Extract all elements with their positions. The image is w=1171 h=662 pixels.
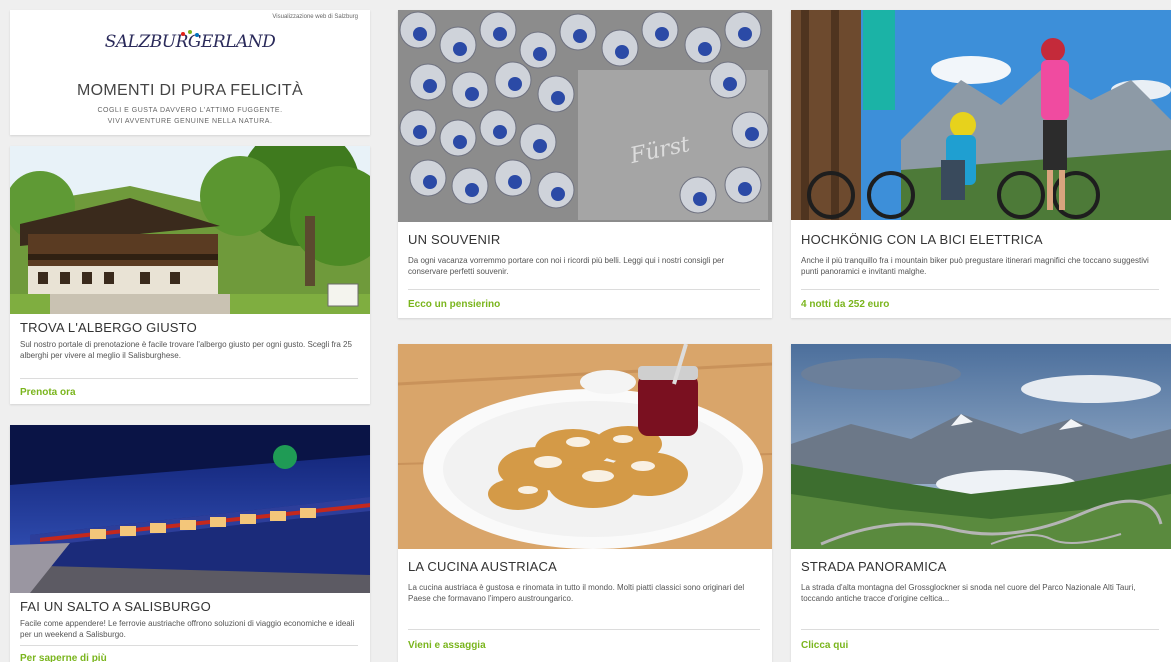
- card-title[interactable]: UN SOUVENIR: [408, 232, 762, 247]
- page-headline: MOMENTI DI PURA FELICITÀ: [77, 82, 303, 99]
- train-illustration: [10, 425, 370, 593]
- card-cucina: LA CUCINA AUSTRIACA La cucina austriaca …: [398, 344, 772, 662]
- card-divider: [801, 629, 1159, 630]
- card-text: Facile come appendere! Le ferrovie austr…: [20, 619, 355, 639]
- card-strada: STRADA PANORAMICA La strada d'alta monta…: [791, 344, 1171, 662]
- bike-image[interactable]: [791, 10, 1171, 220]
- hotel-image[interactable]: [10, 146, 370, 314]
- card-text: La strada d'alta montagna del Grossglock…: [801, 583, 1136, 603]
- souvenir-image[interactable]: Fürst: [398, 10, 772, 222]
- logo-dot-green: [188, 30, 192, 34]
- logo-dot-blue: [195, 33, 199, 37]
- alpine-road-illustration: [791, 344, 1171, 549]
- chalet-illustration: [10, 146, 370, 314]
- card-title[interactable]: FAI UN SALTO A SALISBURGO: [20, 599, 360, 614]
- salzburgerland-logo[interactable]: SALZBURGERLAND: [10, 32, 370, 52]
- card-bike: HOCHKÖNIG CON LA BICI ELETTRICA Anche il…: [791, 10, 1171, 318]
- header-card: Visualizzazione web di Salzburg SALZBURG…: [10, 10, 370, 135]
- card-divider: [20, 378, 358, 379]
- souvenir-link[interactable]: Ecco un pensierino: [408, 299, 500, 310]
- train-image[interactable]: [10, 425, 370, 593]
- learn-more-link[interactable]: Per saperne di più: [20, 653, 107, 662]
- card-title[interactable]: TROVA L'ALBERGO GIUSTO: [20, 320, 360, 335]
- card-title[interactable]: STRADA PANORAMICA: [801, 559, 1161, 574]
- card-text: Da ogni vacanza vorremmo portare con noi…: [408, 256, 725, 276]
- subline-1: COGLI E GUSTA DAVVERO L'ATTIMO FUGGENTE.: [97, 107, 283, 114]
- card-title[interactable]: HOCHKÖNIG CON LA BICI ELETTRICA: [801, 232, 1161, 247]
- card-title[interactable]: LA CUCINA AUSTRIACA: [408, 559, 762, 574]
- click-here-link[interactable]: Clicca qui: [801, 640, 848, 651]
- card-train: FAI UN SALTO A SALISBURGO Facile come ap…: [10, 425, 370, 662]
- card-text: La cucina austriaca è gustosa e rinomata…: [408, 583, 745, 603]
- card-text: Anche il più tranquillo fra i mountain b…: [801, 256, 1149, 276]
- card-souvenir: Fürst UN SOUVENIR Da ogni vacanza vorrem…: [398, 10, 772, 318]
- card-divider: [408, 289, 760, 290]
- book-now-link[interactable]: Prenota ora: [20, 387, 76, 398]
- mozartkugeln-illustration: [398, 10, 772, 222]
- card-divider: [408, 629, 760, 630]
- ebike-illustration: [791, 10, 1171, 220]
- card-hotel: TROVA L'ALBERGO GIUSTO Sul nostro portal…: [10, 146, 370, 404]
- card-divider: [20, 645, 358, 646]
- kaiserschmarrn-illustration: [398, 344, 772, 549]
- card-text: Sul nostro portale di prenotazione è fac…: [20, 340, 352, 360]
- offer-link[interactable]: 4 notti da 252 euro: [801, 299, 889, 310]
- logo-dot-red: [181, 32, 185, 36]
- cucina-image[interactable]: [398, 344, 772, 549]
- web-view-note[interactable]: Visualizzazione web di Salzburg: [272, 14, 358, 20]
- card-divider: [801, 289, 1159, 290]
- strada-image[interactable]: [791, 344, 1171, 549]
- taste-link[interactable]: Vieni e assaggia: [408, 640, 486, 651]
- subline-2: VIVI AVVENTURE GENUINE NELLA NATURA.: [107, 118, 273, 125]
